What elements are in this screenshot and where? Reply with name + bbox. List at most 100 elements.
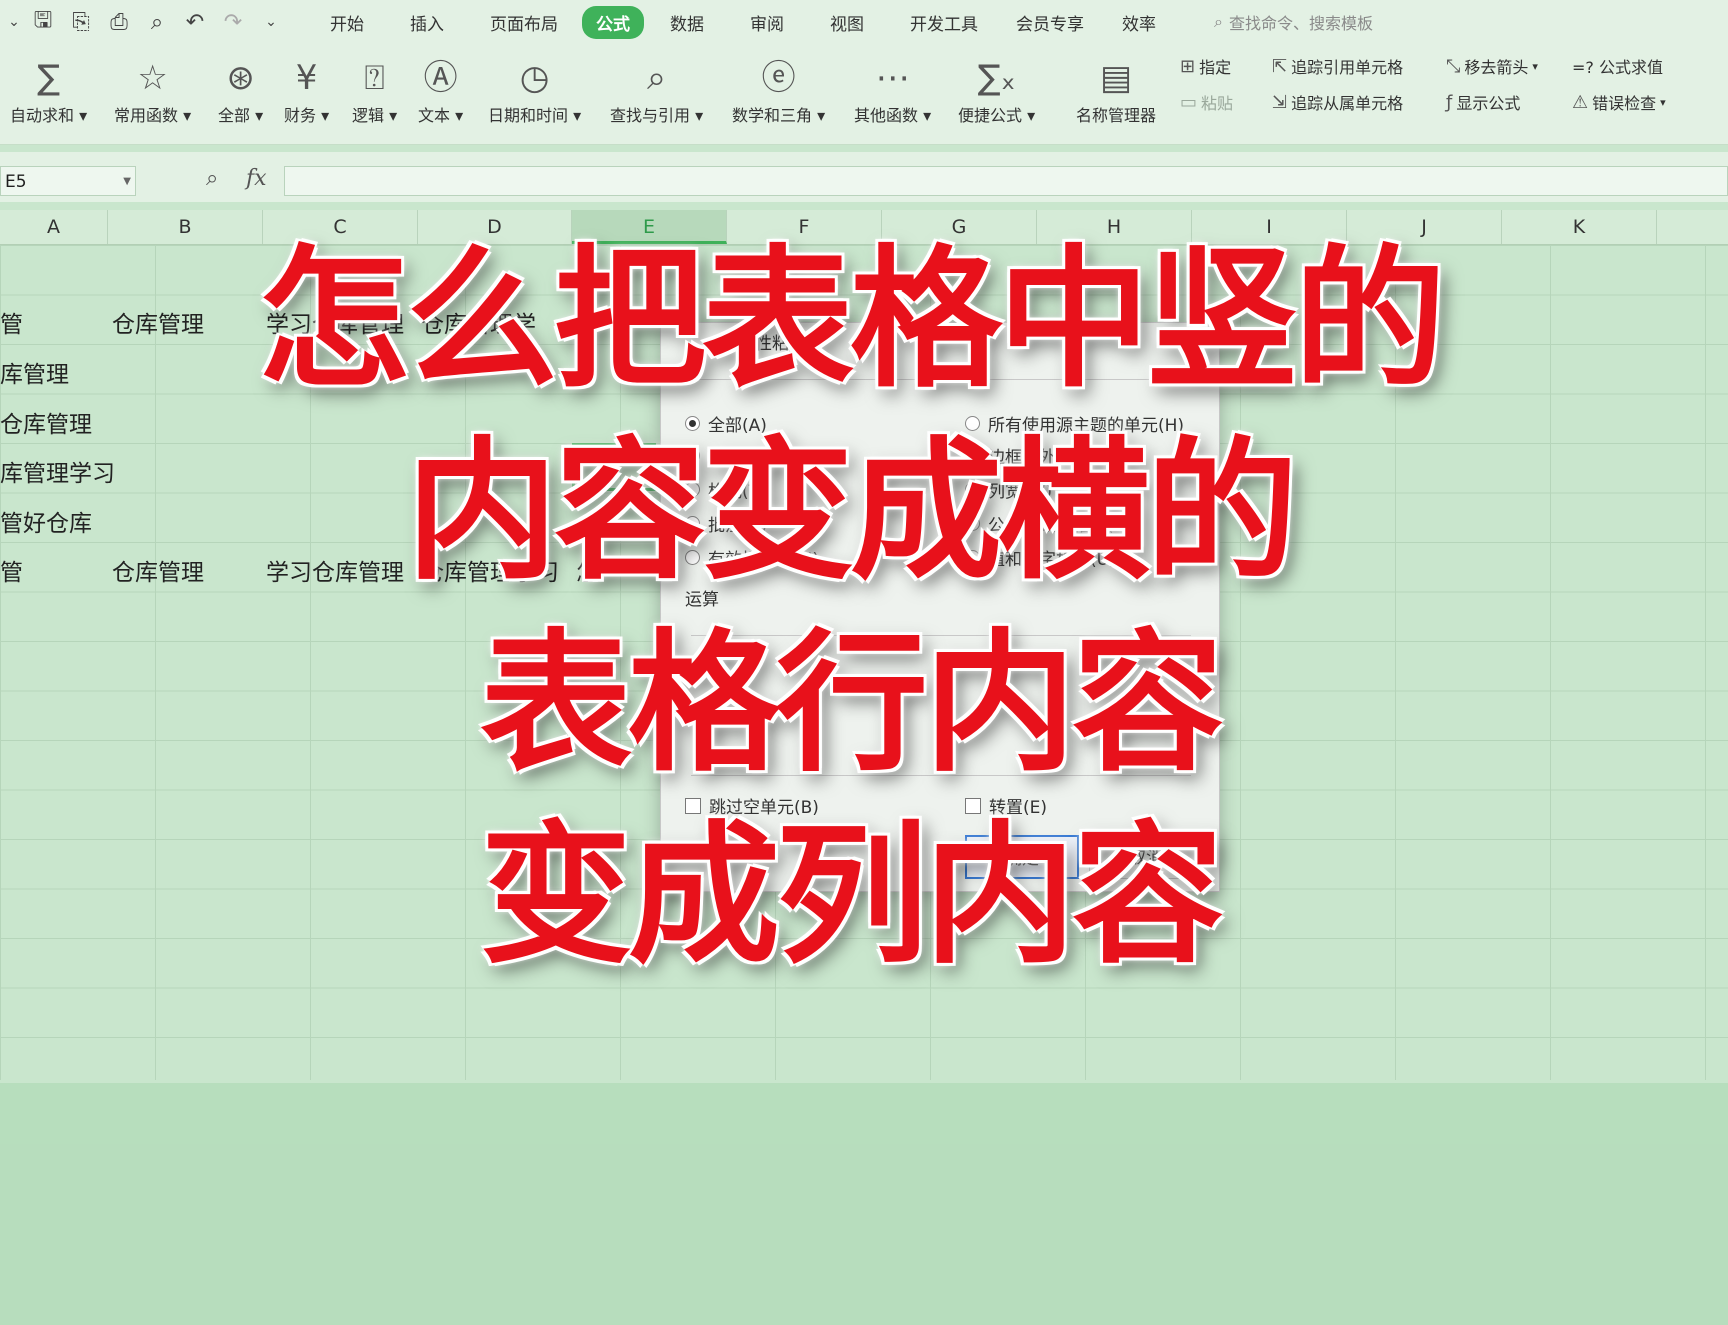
lookup-button[interactable]: ⌕ 查找与引用 ▾ — [610, 54, 703, 126]
name-box[interactable]: E5 ▼ — [0, 166, 136, 196]
print-icon[interactable]: ⎙ — [100, 10, 138, 35]
evaluate-formula-label: =? 公式求值 — [1572, 58, 1663, 77]
paste-validation-option[interactable]: 有效性验证(N) — [685, 545, 819, 570]
name-manager-icon: ▤ — [1099, 58, 1133, 98]
tab-view[interactable]: 视图 — [816, 6, 878, 39]
paste-no-borders-option[interactable]: 边框除外(X) — [965, 443, 1081, 468]
more-icon: ⋯ — [875, 58, 910, 98]
column-header-j[interactable]: J — [1347, 210, 1502, 244]
tab-developer[interactable]: 开发工具 — [896, 6, 992, 39]
column-header-e[interactable]: E — [572, 210, 727, 244]
radio-icon — [685, 416, 700, 431]
transpose-checkbox[interactable]: 转置(E) — [965, 793, 1047, 818]
text-button[interactable]: Ⓐ 文本 ▾ — [418, 54, 463, 126]
formula-input[interactable] — [284, 166, 1728, 196]
radio-icon — [965, 416, 980, 431]
customize-icon[interactable]: ⌄ — [252, 14, 290, 30]
zoom-search-icon[interactable]: ⌕ — [206, 166, 218, 191]
paste-all-option[interactable]: 全部(A) — [685, 411, 767, 436]
tab-insert[interactable]: 插入 — [396, 6, 458, 39]
cell-a3[interactable]: 库管理 — [0, 355, 69, 389]
chevron-down-icon[interactable]: ⌄ — [4, 14, 24, 30]
operation-section-label: 运算 — [685, 590, 719, 610]
paste-button[interactable]: ▭ 粘贴 — [1180, 90, 1233, 114]
print-preview-icon[interactable]: ⌕ — [138, 10, 176, 35]
tab-start[interactable]: 开始 — [316, 6, 378, 39]
column-header-h[interactable]: H — [1037, 210, 1192, 244]
quick-formula-button[interactable]: ∑ₓ 便捷公式 ▾ — [958, 54, 1035, 126]
column-header-b[interactable]: B — [108, 210, 263, 244]
column-header-f[interactable]: F — [727, 210, 882, 244]
paste-values-numbers-option[interactable]: 值和数字格式(U) — [965, 545, 1116, 570]
cell-a7[interactable]: 管 — [0, 553, 23, 587]
column-header-g[interactable]: G — [882, 210, 1037, 244]
math-trig-button[interactable]: ⓔ 数学和三角 ▾ — [732, 54, 825, 126]
error-check-button[interactable]: ⚠ 错误检查 ▾ — [1572, 90, 1666, 114]
paste-formulas-numbers-option[interactable]: 公式和数字格式(R) — [965, 511, 1132, 536]
tab-review[interactable]: 审阅 — [736, 6, 798, 39]
column-header-c[interactable]: C — [263, 210, 418, 244]
cell-a4[interactable]: 仓库管理 — [0, 405, 92, 439]
name-manager-button[interactable]: ▤ 名称管理器 — [1076, 54, 1156, 126]
cell-a2[interactable]: 管 — [0, 305, 23, 339]
skip-blanks-checkbox[interactable]: 跳过空单元(B) — [685, 793, 819, 818]
cell-b2[interactable]: 仓库管理 — [112, 305, 204, 339]
cell-a6[interactable]: 管好仓库 — [0, 504, 92, 538]
all-functions-button[interactable]: ⊛ 全部 ▾ — [218, 54, 263, 126]
undo-icon[interactable]: ↶ — [176, 10, 214, 35]
tab-page-layout[interactable]: 页面布局 — [476, 6, 572, 39]
cell-d2[interactable]: 仓库管理学 — [421, 305, 569, 339]
assign-button[interactable]: ⊞ 指定 — [1180, 54, 1231, 78]
remove-arrows-button[interactable]: ⤡ 移去箭头 ▾ — [1446, 54, 1538, 78]
show-formulas-button[interactable]: ƒ 显示公式 — [1446, 90, 1520, 114]
evaluate-formula-button[interactable]: =? 公式求值 — [1572, 54, 1663, 78]
save-as-icon[interactable]: ⎘ — [62, 10, 100, 35]
radio-icon — [685, 448, 700, 463]
column-header-d[interactable]: D — [418, 210, 572, 244]
common-functions-button[interactable]: ☆ 常用函数 ▾ — [114, 54, 191, 126]
text-icon: Ⓐ — [423, 58, 458, 98]
cell-c7[interactable]: 学习仓库管理 — [266, 553, 404, 587]
column-header-i[interactable]: I — [1192, 210, 1347, 244]
cell-d7[interactable]: 仓库管理学习 — [421, 553, 559, 587]
trace-precedents-button[interactable]: ⇱ 追踪引用单元格 — [1272, 54, 1403, 78]
cell-a5[interactable]: 库管理学习 — [0, 454, 115, 488]
column-header-k[interactable]: K — [1502, 210, 1657, 244]
cell-b7[interactable]: 仓库管理 — [112, 553, 204, 587]
cell-c2[interactable]: 学习仓库管理 — [266, 305, 404, 339]
tab-formulas[interactable]: 公式 — [582, 5, 644, 39]
fx-icon[interactable]: fx — [246, 166, 267, 191]
trace-dependents-button[interactable]: ⇲ 追踪从属单元格 — [1272, 90, 1403, 114]
paste-column-widths-option[interactable]: 列宽(W) — [965, 477, 1052, 502]
chevron-down-icon: ▾ — [1660, 95, 1666, 109]
command-search[interactable]: ⌕ 查找命令、搜索模板 — [1214, 10, 1373, 34]
date-time-button[interactable]: ◷ 日期和时间 ▾ — [488, 54, 581, 126]
paste-formulas-numbers-label: 公式和数字格式(R) — [988, 516, 1133, 536]
column-header-a[interactable]: A — [0, 210, 108, 244]
cell-e7[interactable]: 怎 — [576, 553, 599, 587]
paste-source-theme-option[interactable]: 所有使用源主题的单元(H) — [965, 411, 1184, 436]
redo-icon[interactable]: ↷ — [214, 10, 252, 35]
chevron-down-icon: ▾ — [1532, 59, 1538, 73]
divider — [691, 635, 1191, 636]
paste-formats-option[interactable]: 格式(T) — [685, 477, 766, 502]
save-icon[interactable]: 🖫 — [24, 3, 62, 41]
paste-values-option[interactable]: 数值(V) — [685, 443, 767, 468]
tab-efficiency[interactable]: 效率 — [1108, 6, 1170, 39]
cancel-button[interactable]: 取消 — [1089, 835, 1203, 879]
active-cell-e5[interactable] — [572, 443, 656, 491]
column-header-l[interactable] — [1657, 210, 1728, 244]
radio-icon — [965, 550, 980, 565]
ribbon: ∑ 自动求和 ▾ ☆ 常用函数 ▾ ⊛ 全部 ▾ ¥ 财务 ▾ ⍰ 逻辑 ▾ Ⓐ… — [0, 44, 1728, 145]
close-icon[interactable]: ✕ — [1187, 327, 1205, 352]
other-functions-button[interactable]: ⋯ 其他函数 ▾ — [854, 54, 931, 126]
chevron-down-icon[interactable]: ▼ — [123, 167, 131, 197]
ok-button[interactable]: 确定 — [965, 835, 1079, 879]
tab-member[interactable]: 会员专享 — [1002, 6, 1098, 39]
tab-data[interactable]: 数据 — [656, 6, 718, 39]
logic-button[interactable]: ⍰ 逻辑 ▾ — [352, 54, 397, 126]
star-icon: ☆ — [137, 58, 168, 98]
autosum-button[interactable]: ∑ 自动求和 ▾ — [10, 54, 87, 126]
paste-comments-option[interactable]: 批注(C) — [685, 511, 767, 536]
finance-button[interactable]: ¥ 财务 ▾ — [284, 54, 329, 126]
